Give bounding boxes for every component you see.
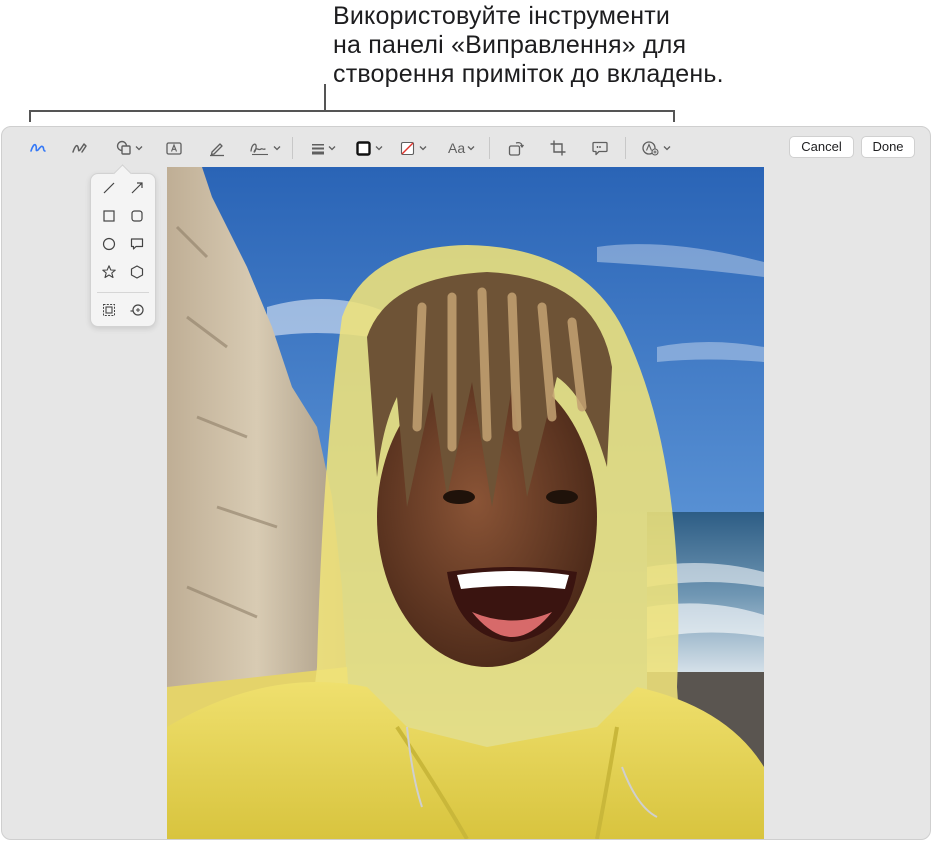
fill-color-button[interactable]	[399, 136, 427, 160]
chevron-down-icon	[419, 146, 427, 151]
line-icon	[103, 182, 115, 194]
cancel-button[interactable]: Cancel	[789, 136, 854, 158]
description-button[interactable]	[591, 136, 609, 160]
polygon-shape[interactable]	[126, 261, 148, 283]
chevron-down-icon	[135, 146, 143, 151]
description-icon	[592, 141, 608, 156]
draw-icon	[72, 143, 87, 153]
markup-options-button[interactable]	[641, 136, 671, 160]
chevron-down-icon	[328, 146, 336, 151]
chevron-down-icon	[273, 146, 281, 151]
markup-options-icon	[642, 141, 659, 156]
rotate-icon	[508, 142, 524, 156]
done-button[interactable]: Done	[861, 136, 915, 158]
chevron-down-icon	[467, 146, 475, 151]
border-color-button[interactable]	[355, 136, 383, 160]
star-shape[interactable]	[98, 261, 120, 283]
sketch-icon	[30, 143, 46, 152]
selfie-photo-image	[167, 167, 764, 839]
speech-bubble-shape[interactable]	[126, 233, 148, 255]
popover-divider	[97, 292, 149, 293]
shapes-button[interactable]	[115, 136, 143, 160]
sign-button[interactable]	[249, 136, 281, 160]
rounded-rectangle-shape[interactable]	[126, 205, 148, 227]
callout-bracket-left	[29, 110, 31, 122]
callout-bracket	[29, 110, 674, 112]
chevron-down-icon	[375, 146, 383, 151]
toolbar-divider	[625, 137, 626, 159]
rotate-button[interactable]	[507, 136, 525, 160]
markup-window: Aa Cancel Done	[1, 126, 931, 840]
rectangle-shape[interactable]	[98, 205, 120, 227]
text-style-icon: Aa	[448, 140, 466, 156]
sketch-button[interactable]	[29, 136, 47, 160]
attachment-photo[interactable]	[167, 167, 764, 839]
crop-button[interactable]	[549, 136, 567, 160]
text-style-button[interactable]: Aa	[448, 136, 475, 160]
shape-style-icon	[312, 144, 324, 155]
arrow-icon	[131, 182, 143, 194]
rectangle-icon	[103, 210, 115, 222]
shape-style-button[interactable]	[310, 136, 336, 160]
draw-button[interactable]	[71, 136, 89, 160]
speech-bubble-icon	[130, 238, 144, 250]
sign-icon	[250, 143, 268, 156]
callout-line: Використовуйте інструменти	[333, 2, 671, 30]
crop-icon	[550, 140, 566, 156]
shapes-icon	[116, 140, 131, 155]
callout-line: на панелі «Виправлення» для	[333, 31, 687, 59]
callout-line: створення приміток до вкладень.	[333, 60, 724, 88]
mask-shape[interactable]	[98, 299, 120, 321]
shapes-popover	[90, 164, 156, 327]
oval-shape[interactable]	[98, 233, 120, 255]
loupe-icon	[130, 304, 144, 316]
callout-bracket-right	[673, 110, 675, 122]
fill-color-icon	[400, 141, 415, 156]
polygon-icon	[130, 265, 144, 279]
text-button[interactable]	[165, 136, 183, 160]
toolbar-divider	[292, 137, 293, 159]
highlight-button[interactable]	[208, 136, 226, 160]
oval-icon	[102, 237, 116, 251]
highlight-icon	[210, 143, 224, 157]
text-icon	[166, 142, 182, 155]
line-shape[interactable]	[98, 177, 120, 199]
mask-icon	[103, 304, 115, 316]
arrow-shape[interactable]	[126, 177, 148, 199]
markup-toolbar: Aa Cancel Done	[2, 127, 930, 169]
border-color-icon	[356, 141, 371, 156]
callout-text: Використовуйте інструменти на панелі «Ви…	[333, 2, 853, 89]
chevron-down-icon	[663, 146, 671, 151]
toolbar-divider	[489, 137, 490, 159]
callout-leader-line	[324, 84, 326, 111]
loupe-shape[interactable]	[126, 299, 148, 321]
rounded-rectangle-icon	[131, 210, 143, 222]
star-icon	[102, 265, 116, 279]
